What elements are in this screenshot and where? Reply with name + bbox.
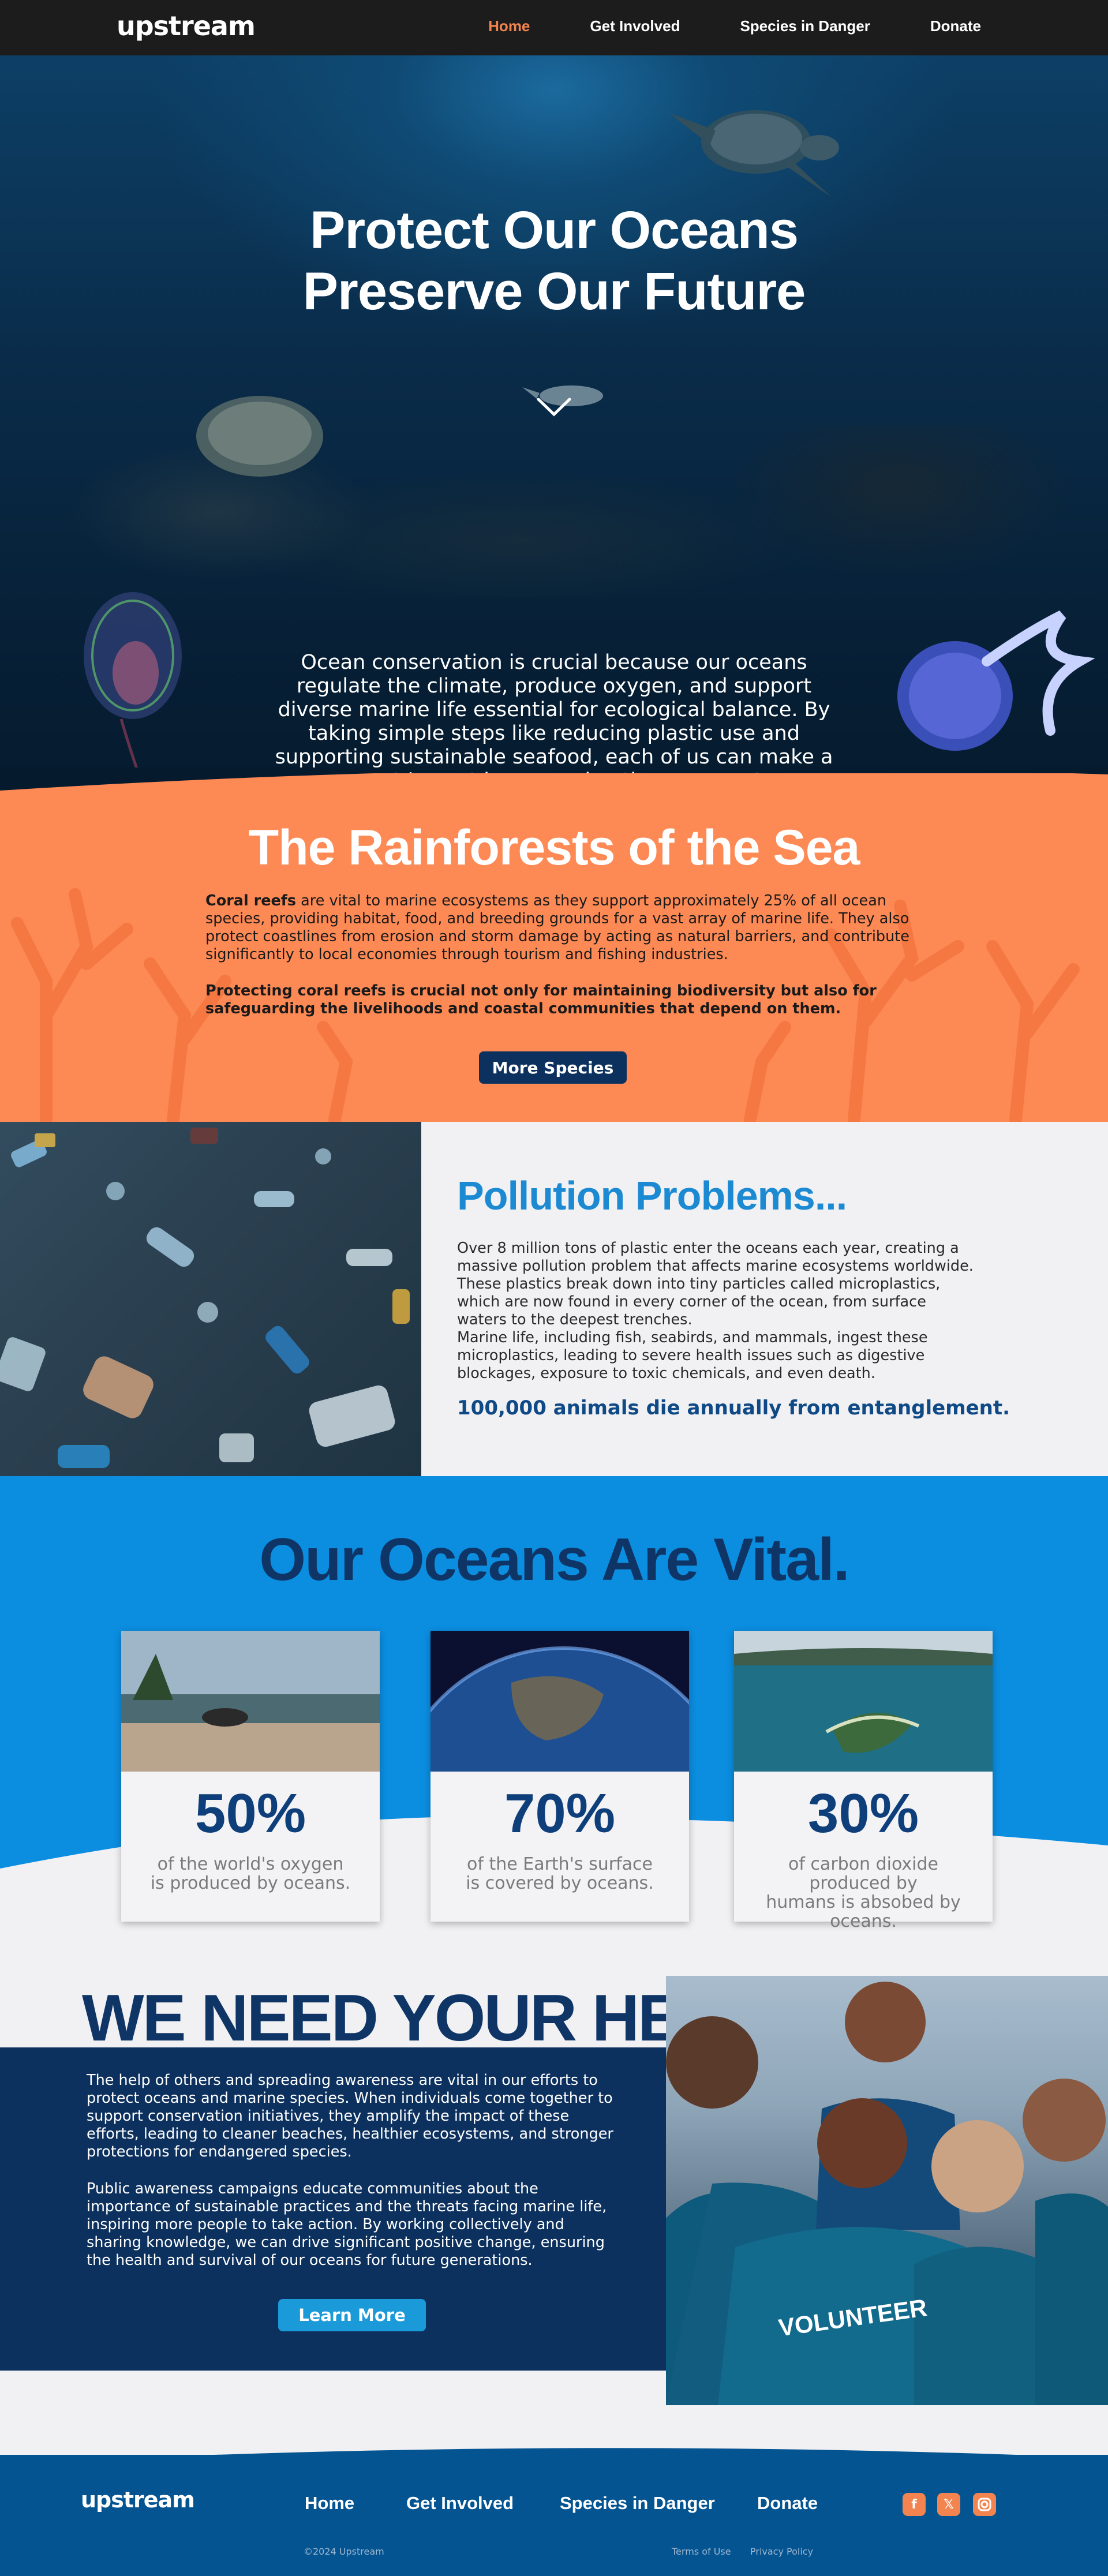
hero-reef-rocks	[0, 425, 1108, 598]
coral-paragraph-2: Protecting coral reefs is crucial not on…	[205, 982, 877, 1017]
stat-caption-carbon: of carbon dioxide produced by humans is a…	[766, 1854, 961, 1931]
footer-logo[interactable]: upstream	[81, 2487, 195, 2513]
top-nav: upstream Home Get Involved Species in Da…	[0, 0, 1108, 55]
volunteers-photo: VOLUNTEER	[666, 1976, 1108, 2405]
facebook-icon[interactable]: f	[903, 2493, 926, 2516]
plastic-debris-illustration	[0, 1128, 410, 1468]
coral-title: The Rainforests of the Sea	[248, 820, 860, 875]
hero-section: Protect Our Oceans Preserve Our Future O…	[0, 55, 1108, 806]
footer-link-home[interactable]: Home	[305, 2493, 354, 2514]
page: upstream Home Get Involved Species in Da…	[0, 0, 1108, 2576]
footer-link-donate[interactable]: Donate	[757, 2493, 818, 2514]
site-logo[interactable]: upstream	[117, 10, 256, 42]
coral-paragraph-1-text: are vital to marine ecosystems as they s…	[205, 892, 909, 963]
island-image	[734, 1631, 993, 1772]
coral-reefs-term: Coral reefs	[205, 892, 297, 909]
hero-title-line2: Preserve Our Future	[302, 262, 806, 321]
hero-wave-divider	[0, 767, 1108, 791]
instagram-glyph	[978, 2498, 991, 2511]
nav-item-species-in-danger[interactable]: Species in Danger	[740, 17, 870, 35]
footer-link-get-involved[interactable]: Get Involved	[406, 2493, 514, 2514]
stat-value-surface: 70%	[504, 1783, 616, 1844]
x-icon[interactable]: 𝕏	[937, 2493, 960, 2516]
copyright-text: ©2024 Upstream	[304, 2546, 384, 2557]
turtle-background-illustration	[196, 396, 323, 477]
plastic-pollution-image	[0, 1122, 421, 1476]
nav-links: Home Get Involved Species in Danger Dona…	[428, 17, 981, 35]
entanglement-stat: 100,000 animals die annually from entang…	[457, 1396, 1010, 1420]
coral-paragraph-1: Coral reefs are vital to marine ecosyste…	[205, 892, 921, 964]
stat-card-surface: 70% of the Earth's surface is covered by …	[431, 1631, 689, 1922]
jellyfish-right-icon	[897, 610, 1095, 751]
stat-card-carbon: 30% of carbon dioxide produced by humans …	[734, 1631, 993, 1931]
beach-image	[121, 1631, 380, 1772]
stat-value-oxygen: 50%	[194, 1783, 306, 1844]
earth-image	[431, 1631, 689, 1772]
sea-turtle-illustration	[669, 110, 839, 197]
terms-link[interactable]: Terms of Use	[672, 2546, 731, 2557]
stat-caption-oxygen: of the world's oxygen is produced by ocea…	[150, 1854, 351, 1893]
hero-title-line1: Protect Our Oceans	[309, 201, 799, 260]
nav-item-donate[interactable]: Donate	[930, 17, 981, 35]
stat-value-carbon: 30%	[807, 1783, 919, 1844]
stat-caption-surface: of the Earth's surface is covered by ocea…	[466, 1854, 654, 1893]
pollution-title: Pollution Problems...	[457, 1173, 847, 1218]
nav-item-get-involved[interactable]: Get Involved	[590, 17, 680, 35]
pollution-paragraph-2: Marine life, including fish, seabirds, a…	[457, 1329, 928, 1382]
chevron-down-icon[interactable]	[536, 397, 572, 417]
oceans-title: Our Oceans Are Vital.	[259, 1526, 850, 1593]
footer-link-species-in-danger[interactable]: Species in Danger	[560, 2493, 715, 2514]
nav-item-home[interactable]: Home	[488, 17, 530, 35]
help-paragraph-2: Public awareness campaigns educate commu…	[87, 2180, 607, 2269]
stat-card-oxygen: 50% of the world's oxygen is produced by …	[121, 1631, 380, 1922]
learn-more-button[interactable]: Learn More	[278, 2299, 426, 2331]
pollution-paragraph-1: Over 8 million tons of plastic enter the…	[457, 1240, 974, 1328]
volunteers-group-illustration: VOLUNTEER	[666, 1982, 1108, 2405]
more-species-button[interactable]: More Species	[479, 1051, 627, 1084]
privacy-link[interactable]: Privacy Policy	[750, 2546, 813, 2557]
help-title: WE NEED YOUR HELP	[82, 1982, 762, 2055]
help-paragraph-1: The help of others and spreading awarene…	[87, 2072, 613, 2161]
instagram-icon[interactable]	[973, 2493, 996, 2516]
